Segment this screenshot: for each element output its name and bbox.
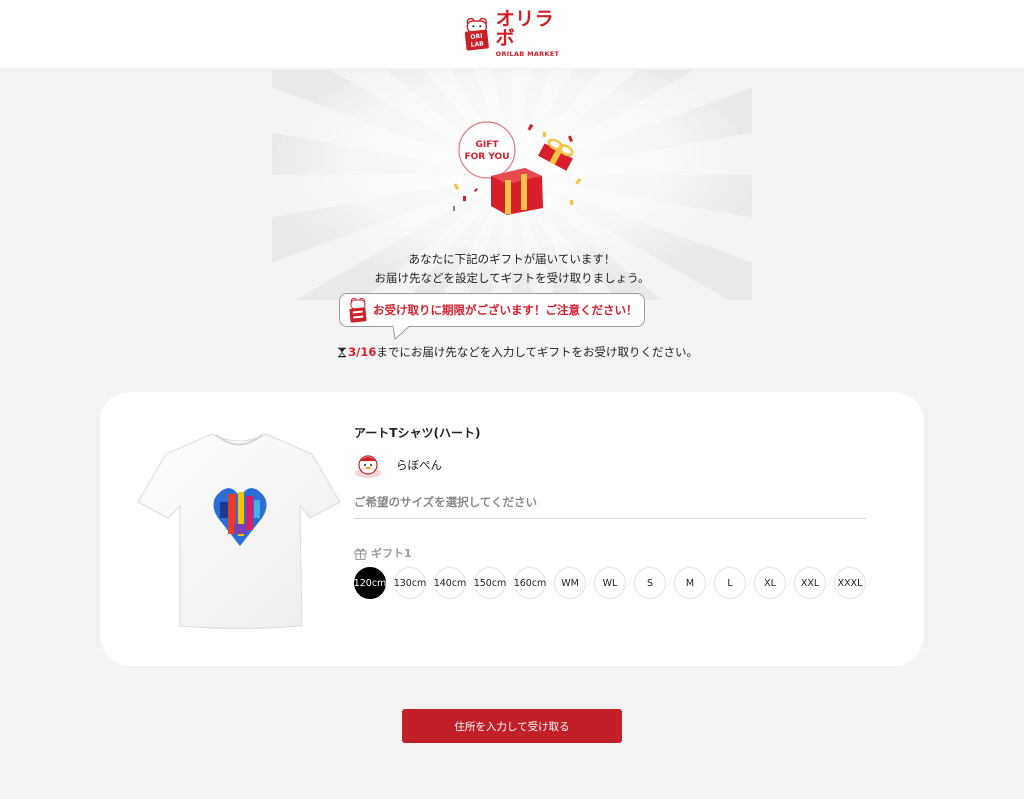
intro-line2: お届け先などを設定してギフトを受け取りましょう。	[374, 271, 650, 285]
deadline-notice: お受け取りに期限がございます！ご注意ください！	[339, 293, 645, 327]
size-option-s[interactable]: S	[634, 567, 666, 599]
size-prompt: ご希望のサイズを選択してください	[354, 495, 537, 509]
badge-bottom-text: LAB	[470, 40, 484, 48]
receive-gift-button[interactable]: 住所を入力して受け取る	[402, 709, 622, 743]
size-option-120cm[interactable]: 120cm	[354, 567, 386, 599]
size-option-xxl[interactable]: XXL	[794, 567, 826, 599]
header: ORI LAB オリラボ ORILAB MARKET	[0, 0, 1024, 68]
size-option-xxxl[interactable]: XXXL	[834, 567, 866, 599]
orilab-logo[interactable]: ORI LAB オリラボ ORILAB MARKET	[463, 8, 563, 59]
gift-intro-text: あなたに下記のギフトが届いています！ お届け先などを設定してギフトを受け取りまし…	[312, 250, 712, 288]
hourglass-icon	[338, 347, 347, 357]
orilab-mascot-icon	[349, 297, 367, 323]
logo-wordmark: オリラボ	[495, 8, 555, 50]
creator-name[interactable]: らぼぺん	[396, 457, 442, 473]
size-option-150cm[interactable]: 150cm	[474, 567, 506, 599]
size-option-130cm[interactable]: 130cm	[394, 567, 426, 599]
badge-top-text: ORI	[470, 33, 483, 41]
deadline-date: 3/16	[348, 345, 377, 359]
size-option-wl[interactable]: WL	[594, 567, 626, 599]
gift-bubble-line1: GIFT	[475, 140, 499, 150]
deadline-text: までにお届け先などを入力してギフトをお受け取りください。	[376, 345, 698, 359]
gift-label: ギフト1	[371, 547, 412, 560]
creator-avatar[interactable]	[353, 451, 383, 478]
intro-line1: あなたに下記のギフトが届いています！	[408, 252, 616, 266]
orilab-badge-icon: ORI LAB	[464, 17, 489, 51]
notice-text: お受け取りに期限がございます！ご注意ください！	[373, 303, 638, 317]
size-option-wm[interactable]: WM	[554, 567, 586, 599]
gift-box-illustration: GIFT FOR YOU	[453, 121, 582, 215]
size-option-xl[interactable]: XL	[754, 567, 786, 599]
size-option-l[interactable]: L	[714, 567, 746, 599]
product-title: アートTシャツ(ハート)	[354, 426, 481, 440]
size-option-m[interactable]: M	[674, 567, 706, 599]
size-option-140cm[interactable]: 140cm	[434, 567, 466, 599]
size-options: 120cm 130cm 140cm 150cm 160cm WM WL S M L XL XXL XXX…	[354, 567, 866, 599]
deadline-line: 3/16 までにお届け先などを入力してギフトをお受け取りください。	[338, 343, 698, 361]
tshirt-product-image	[137, 433, 341, 629]
divider	[354, 518, 866, 519]
gift-bubble-line2: FOR YOU	[464, 152, 509, 162]
gift-icon	[354, 547, 367, 560]
size-option-160cm[interactable]: 160cm	[514, 567, 546, 599]
notice-bubble-tail	[393, 326, 409, 340]
gift-label-row: ギフト1	[354, 545, 412, 561]
logo-subtitle: ORILAB MARKET	[495, 50, 560, 59]
